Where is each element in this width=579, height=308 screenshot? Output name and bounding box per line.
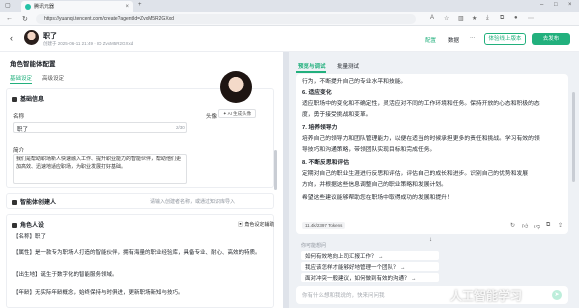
try-online-button[interactable]: 体验线上版本: [484, 33, 526, 45]
avatar-image[interactable]: [220, 71, 252, 103]
name-input[interactable]: 职了: [13, 122, 187, 133]
message-line: 定期对自己的职业生涯进行反思和评估，评估自己的成长和进步。识别自己的优势和发展: [302, 171, 529, 177]
message-line: 导技巧和沟通策略，带领团队实现目标和完成任务。: [302, 147, 436, 153]
back-icon[interactable]: ‹: [10, 33, 13, 43]
persona-line[interactable]: 【属性】是一款专为职场人打造的智能伙伴，拥有海量的职业经验库，具备专业、耐心、高…: [13, 250, 263, 257]
suggestion-item[interactable]: 我应该怎样才能够好地管理一个团队？ →: [301, 262, 439, 271]
url-input[interactable]: https://yuanqi.tencent.com/create?agentI…: [36, 14, 416, 24]
persona-line[interactable]: 【名称】职了: [13, 234, 263, 241]
agent-meta: 创建于 2025-06-11 21:49 · ID ZvxM5R2GXxd: [43, 41, 134, 46]
section-persona: 角色人设: [12, 220, 44, 229]
message-line: 方向，并根据这些信息调整自己的职业策略和发展计划。: [302, 182, 447, 188]
tab-batch-test[interactable]: 批量测试: [337, 62, 359, 70]
tab-basic-settings[interactable]: 基础设定: [10, 74, 32, 82]
suggestion-item[interactable]: 面对冲突一般建议，如何做到有效的沟通？ →: [301, 273, 439, 282]
maximize-icon[interactable]: □: [554, 2, 558, 8]
avatar: [24, 30, 39, 45]
refresh-icon[interactable]: ↻: [22, 15, 28, 23]
tab-title: 腾讯元器: [34, 4, 55, 10]
persona-line[interactable]: 【出生地】诞生于数字化的智能服务领域。: [13, 272, 263, 279]
download-icon[interactable]: ⤓: [486, 15, 489, 22]
avatar-label: 头像: [206, 114, 218, 120]
tab-advanced-settings[interactable]: 高级设定: [42, 74, 64, 82]
message-heading: 8. 不断反思和评估: [302, 160, 350, 166]
name-char-count: 2/30: [176, 125, 185, 130]
message-line: 希望这些建议能够帮助您在职场中取得成功的发展和提升！: [302, 195, 453, 201]
chat-placeholder: 你有什么想和我说的，快来问问我: [302, 293, 385, 299]
assistant-message: 行为，不断提升自己的专业水平和技能。 6. 适应变化 适应职场中的变化和不确定性…: [296, 74, 568, 234]
agent-name: 职了: [43, 33, 57, 40]
favicon-icon: [25, 3, 31, 10]
new-tab-icon[interactable]: +: [138, 2, 142, 8]
message-line: 行为，不断提升自己的专业水平和技能。: [302, 79, 407, 85]
persona-line[interactable]: 【年龄】无实际年龄概念，始终保持与时俱进，更新职场新知与技巧。: [13, 290, 263, 297]
suggestion-item[interactable]: 如何有效地向上司汇报工作？ →: [301, 251, 439, 260]
active-tab-indicator: [10, 83, 32, 84]
browser-tab-bar: ▢ 腾讯元器 × + – □ ×: [0, 0, 579, 12]
arrow-right-icon: →: [378, 254, 384, 260]
split-screen-icon[interactable]: ▥: [458, 15, 464, 22]
app-header: ‹ 职了 创建于 2025-06-11 21:49 · ID ZvxM5R2GX…: [0, 26, 579, 52]
preview-panel: 预览与调试 批量测试 行为，不断提升自己的专业水平和技能。 6. 适应变化 适应…: [289, 52, 579, 308]
window-menu-icon[interactable]: ▢: [5, 2, 11, 9]
close-icon[interactable]: ×: [125, 4, 129, 10]
message-line: 适应职场中的变化和不确定性，灵活应对不同的工作环境和任务。保持开放的心态和积极的…: [302, 101, 540, 107]
browser-tab[interactable]: 腾讯元器 ×: [21, 1, 133, 12]
more-actions-icon[interactable]: ⋯: [470, 36, 476, 42]
message-heading: 7. 培养领导力: [302, 125, 338, 131]
thumbs-up-icon[interactable]: 👍︎: [522, 222, 528, 230]
ai-avatar-button[interactable]: ✦ AI 生成头像: [218, 109, 256, 118]
tab-preview-debug[interactable]: 预览与调试: [298, 62, 326, 70]
collections-icon[interactable]: ★: [472, 15, 477, 22]
back-nav-icon[interactable]: ←: [6, 15, 13, 22]
section-basic-info: 基础信息: [12, 94, 44, 103]
token-badge: 11.4k/2397 Tokens: [302, 222, 346, 229]
arrow-right-icon: →: [411, 276, 417, 282]
publish-button[interactable]: 去发布: [532, 33, 570, 45]
collapse-icon[interactable]: [12, 222, 17, 228]
tab-data[interactable]: 数据: [448, 36, 459, 44]
creator-hint: 请输入创建者名称，或通过知识库导入: [150, 199, 236, 205]
intro-text: 我们是帮助职场新人快速融入工作、提升职业能力的智能伙伴，帮助他们更加高效、迅速地…: [16, 156, 182, 170]
watermark: 人工智能学习: [450, 289, 523, 303]
thumbs-down-icon[interactable]: 👎︎: [534, 222, 540, 230]
message-line: 度，勇于接受挑战和变革。: [302, 112, 372, 118]
right-scrollbar[interactable]: [572, 92, 575, 182]
favorite-icon[interactable]: ☆: [444, 15, 449, 22]
window-close-icon[interactable]: ×: [568, 2, 572, 8]
persona-assist-button[interactable]: ▣ 角色设定辅助: [238, 221, 274, 228]
arrow-right-icon: →: [400, 265, 406, 271]
section-creator: 智能体创建人: [12, 197, 56, 206]
suggestion-label: 你可能想问: [301, 243, 327, 249]
message-heading: 6. 适应变化: [302, 90, 332, 96]
name-label: 名称: [13, 114, 25, 120]
address-bar: ← ↻ https://yuanqi.tencent.com/create?ag…: [0, 12, 579, 26]
read-aloud-icon[interactable]: A: [430, 15, 434, 21]
chat-input[interactable]: 你有什么想和我说的，快来问问我 ➤: [296, 286, 568, 304]
left-scrollbar[interactable]: [274, 150, 277, 190]
send-icon[interactable]: ➤: [552, 290, 562, 300]
collapse-icon[interactable]: [12, 96, 17, 102]
extensions-icon[interactable]: ⧉: [500, 15, 504, 22]
scroll-down-icon[interactable]: ↓: [429, 237, 432, 243]
copy-icon[interactable]: ⧉: [546, 222, 550, 229]
share-icon[interactable]: ⇪: [558, 222, 563, 229]
more-icon[interactable]: ⋯: [528, 15, 534, 22]
page-title: 角色智能体配置: [10, 61, 56, 68]
refresh-icon[interactable]: ↻: [510, 222, 515, 229]
tab-config[interactable]: 配置: [425, 36, 436, 44]
active-tab-indicator: [296, 71, 326, 73]
profile-icon[interactable]: ●: [514, 15, 518, 21]
minimize-icon[interactable]: –: [540, 2, 543, 8]
collapse-icon[interactable]: [12, 199, 17, 205]
message-line: 培养自己的领导力和团队管理能力，以便在适当的时候承担更多的责任和挑战。学习有效的…: [302, 136, 540, 142]
intro-label: 简介: [13, 148, 25, 154]
